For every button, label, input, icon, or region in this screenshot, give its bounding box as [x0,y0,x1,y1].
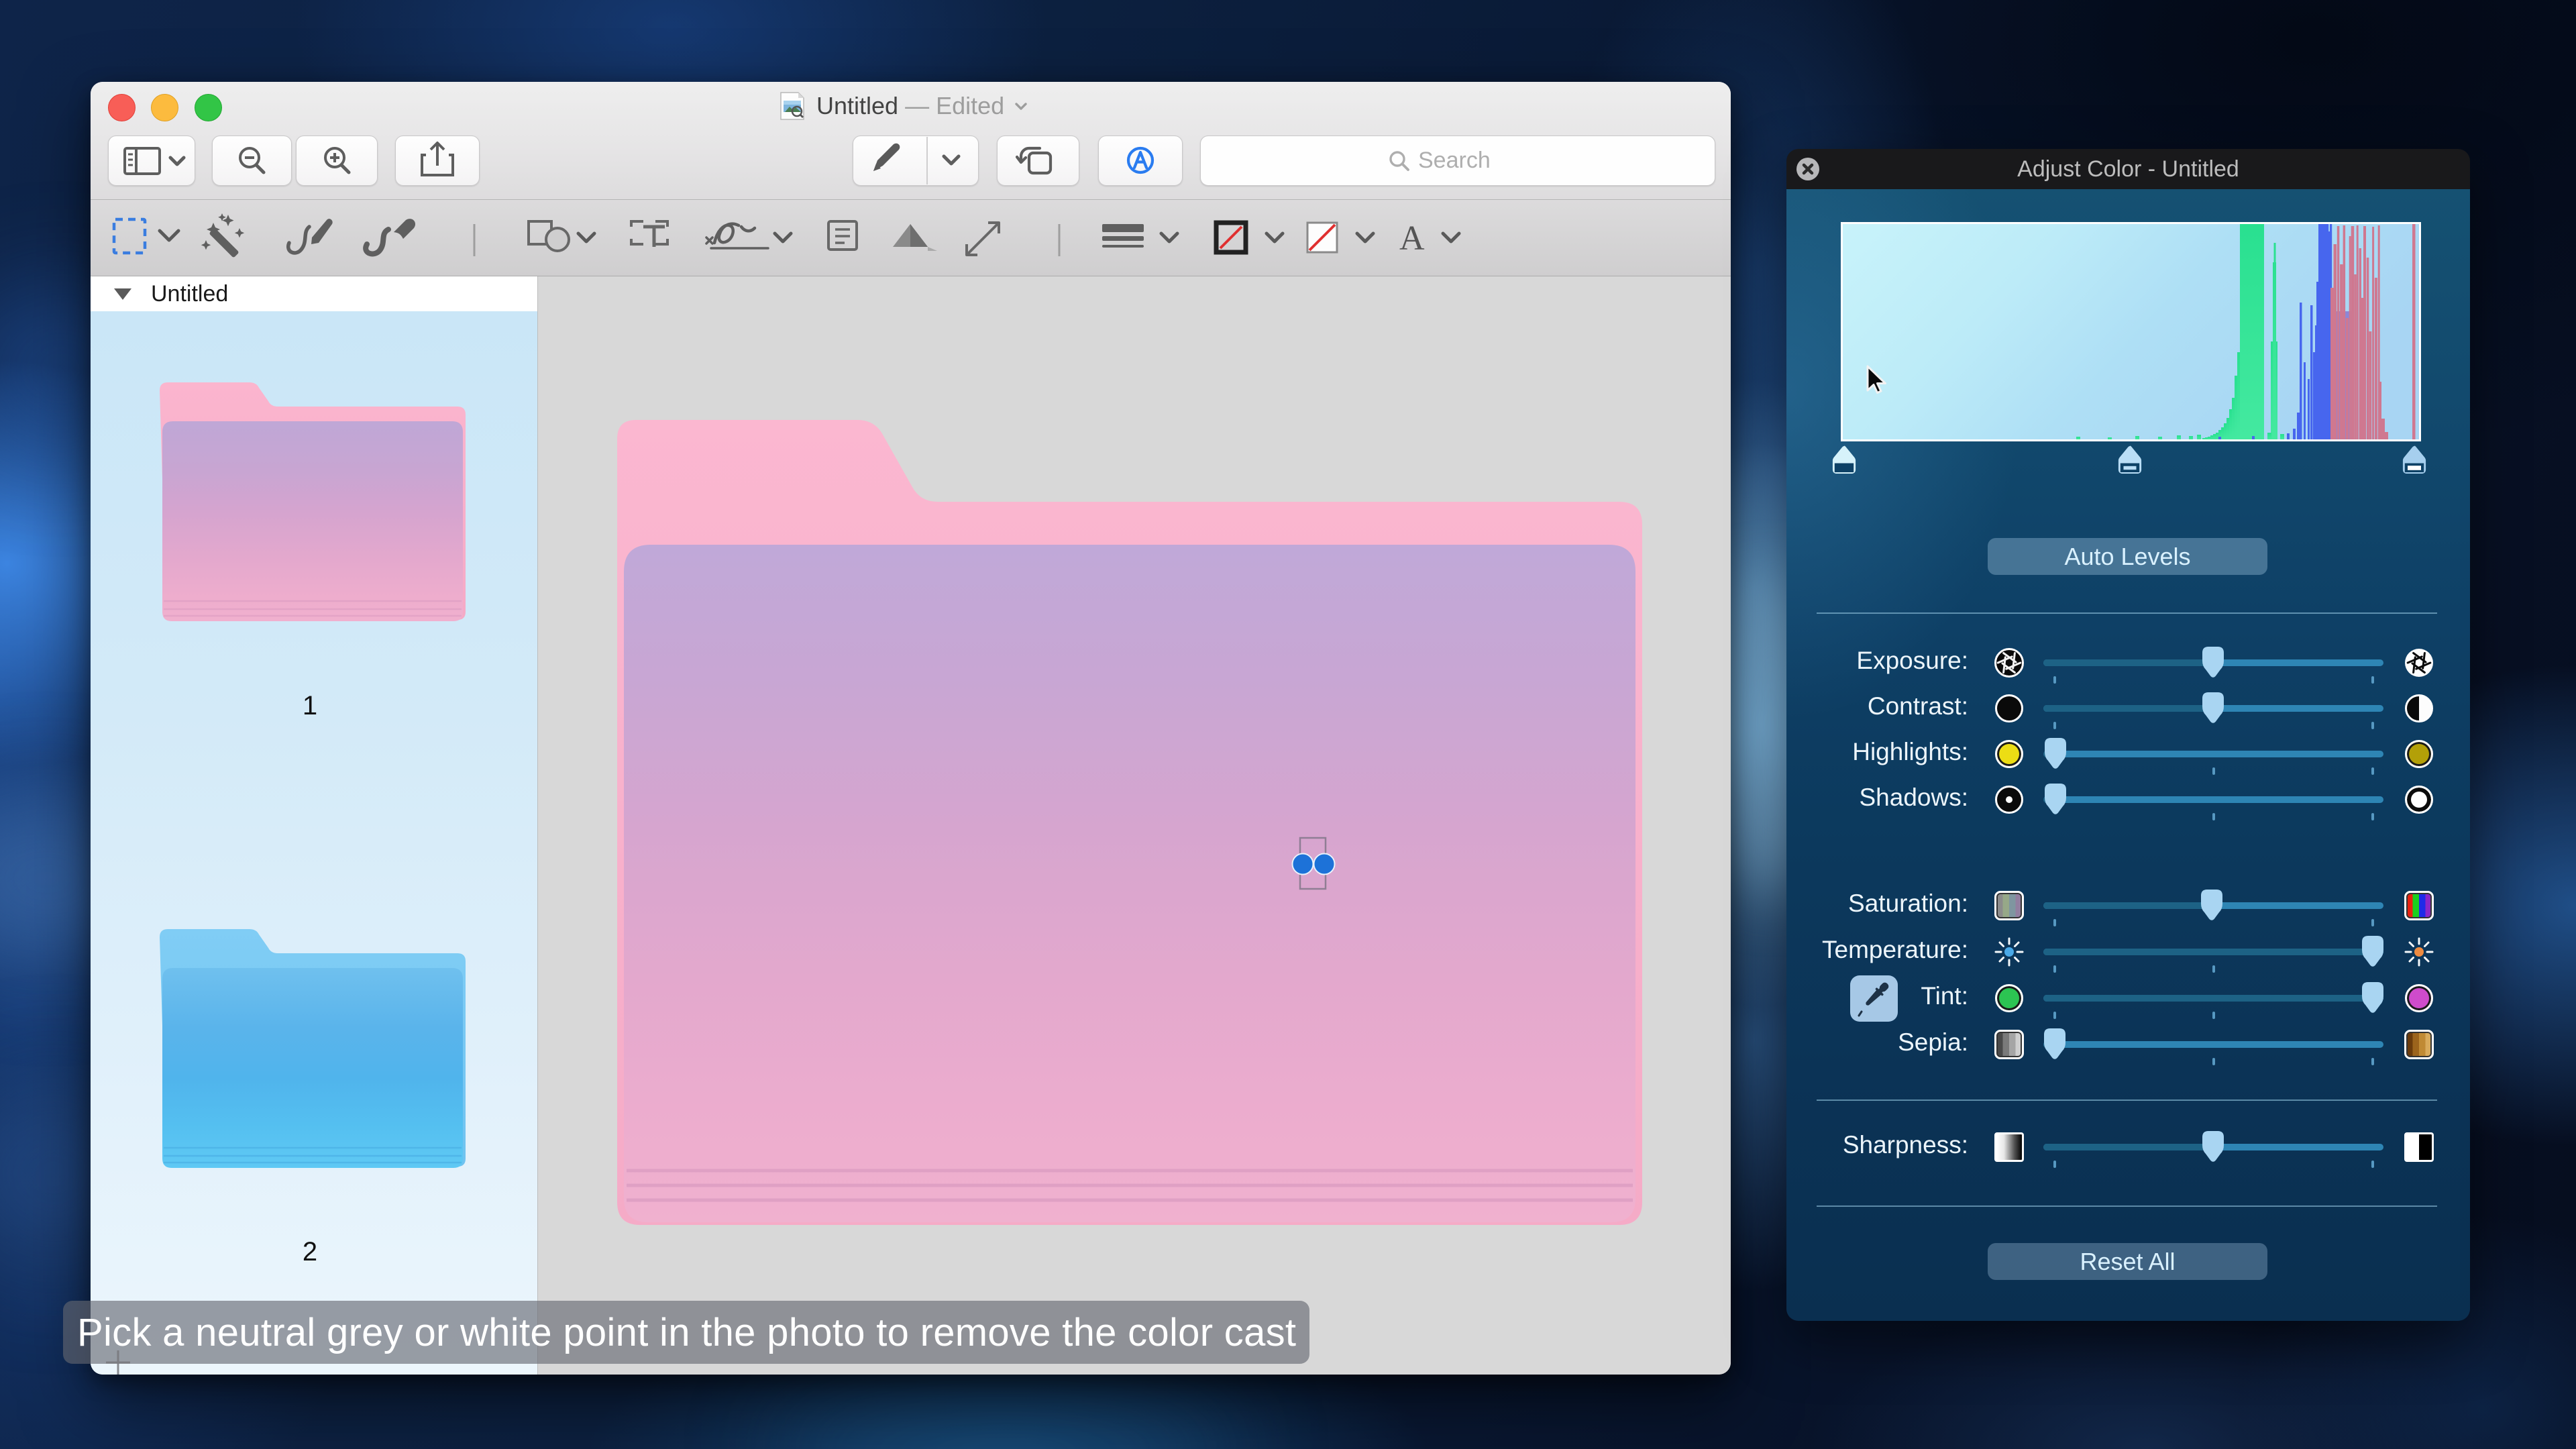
svg-text:A: A [1399,219,1425,258]
